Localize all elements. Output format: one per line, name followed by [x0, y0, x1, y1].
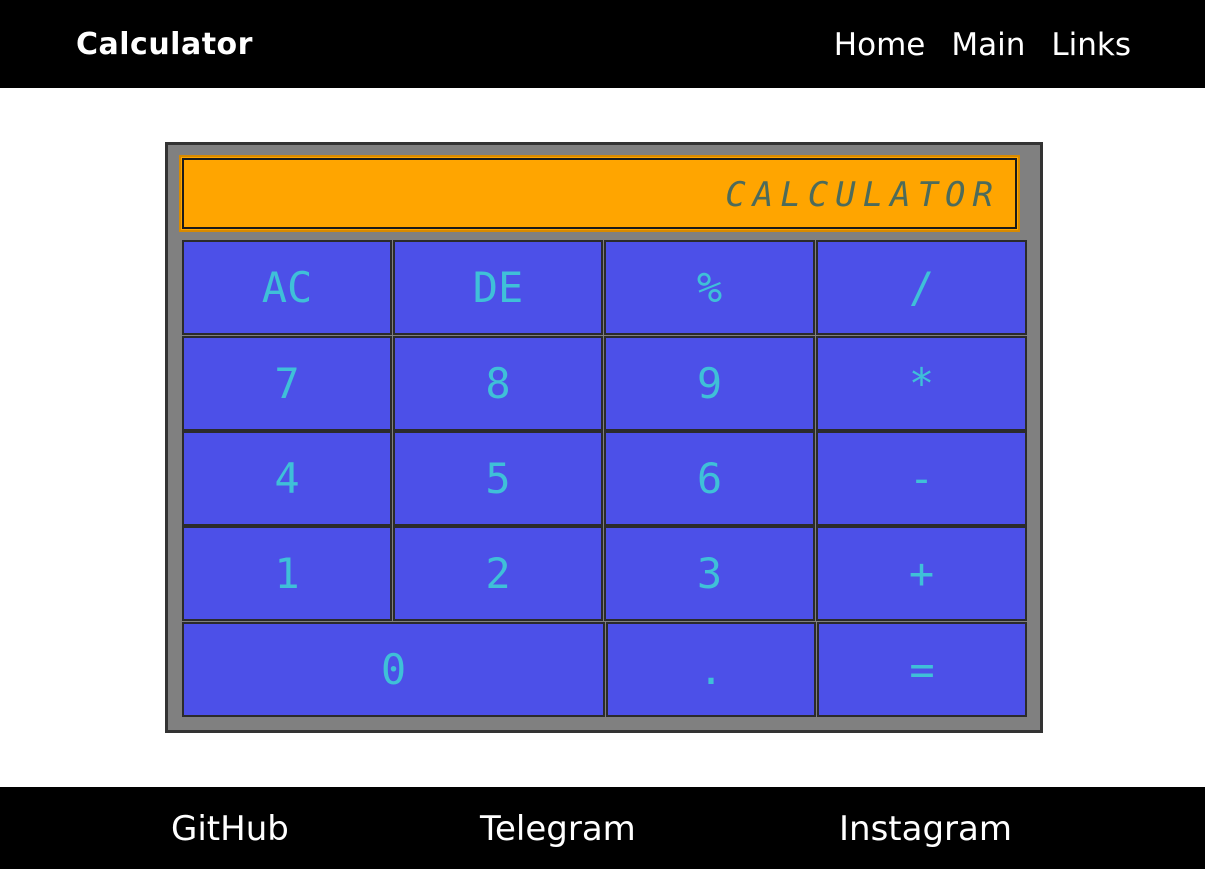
subtract-button[interactable]: - — [816, 431, 1027, 526]
nav-link-main[interactable]: Main — [951, 25, 1025, 65]
footer-link-instagram[interactable]: Instagram — [839, 809, 1012, 849]
calculator-display: CALCULATOR — [179, 155, 1020, 232]
digit-7-button[interactable]: 7 — [182, 336, 392, 431]
digit-6-button[interactable]: 6 — [604, 431, 815, 526]
digit-4-button[interactable]: 4 — [182, 431, 392, 526]
delete-button[interactable]: DE — [393, 240, 603, 335]
percent-button[interactable]: % — [604, 240, 815, 335]
main-nav: Home Main Links — [834, 25, 1131, 65]
display-readout: CALCULATOR — [725, 175, 1000, 215]
digit-0-button[interactable]: 0 — [182, 622, 605, 717]
digit-8-button[interactable]: 8 — [393, 336, 603, 431]
footer-link-github[interactable]: GitHub — [171, 809, 289, 849]
nav-link-home[interactable]: Home — [834, 25, 926, 65]
add-button[interactable]: + — [816, 526, 1027, 621]
nav-link-links[interactable]: Links — [1051, 25, 1131, 65]
multiply-button[interactable]: * — [816, 336, 1027, 431]
brand-title[interactable]: Calculator — [76, 25, 253, 65]
clear-all-button[interactable]: AC — [182, 240, 392, 335]
equals-button[interactable]: = — [817, 622, 1027, 717]
divide-button[interactable]: / — [816, 240, 1027, 335]
digit-3-button[interactable]: 3 — [604, 526, 815, 621]
footer-link-telegram[interactable]: Telegram — [480, 809, 636, 849]
digit-2-button[interactable]: 2 — [393, 526, 603, 621]
calculator: CALCULATOR AC DE%/ 7 8 9 * 4 5 6- 1 2 3 +0. = — [165, 142, 1043, 733]
decimal-button[interactable]: . — [606, 622, 816, 717]
keypad: AC DE%/ 7 8 9 * 4 5 6- 1 2 3 +0. = — [182, 240, 1027, 718]
digit-1-button[interactable]: 1 — [182, 526, 392, 621]
digit-9-button[interactable]: 9 — [604, 336, 815, 431]
footer: GitHub Telegram Instagram — [0, 787, 1205, 869]
top-navbar: Calculator Home Main Links — [0, 0, 1205, 88]
digit-5-button[interactable]: 5 — [393, 431, 603, 526]
